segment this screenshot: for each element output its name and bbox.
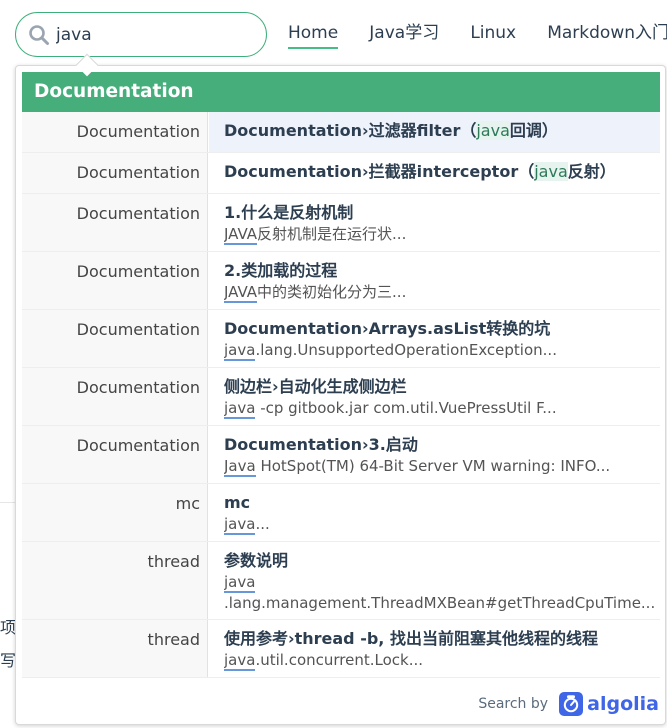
result-item[interactable]: Documentation Documentation›Arrays.asLis… — [22, 310, 660, 368]
result-title: Documentation›拦截器interceptor（java反射） — [224, 162, 616, 181]
result-content: Documentation›Arrays.asList转换的坑 java.lan… — [209, 310, 660, 367]
result-content: 2.类加载的过程 JAVA中的类初始化分为三... — [209, 252, 660, 309]
result-snippet: JAVA中的类初始化分为三... — [224, 283, 407, 303]
result-item[interactable]: Documentation 1.什么是反射机制 JAVA反射机制是在运行状... — [22, 194, 660, 252]
search-by-footer[interactable]: Search by algolia — [478, 692, 659, 716]
result-snippet: java -cp gitbook.jar com.util.VuePressUt… — [224, 399, 557, 419]
search-input[interactable] — [56, 21, 256, 49]
result-title: 参数说明 — [224, 551, 289, 570]
result-category: Documentation — [22, 310, 208, 367]
result-category: Documentation — [22, 153, 208, 193]
result-snippet: Java HotSpot(TM) 64-Bit Server VM warnin… — [224, 457, 611, 477]
result-item[interactable]: Documentation 2.类加载的过程 JAVA中的类初始化分为三... — [22, 252, 660, 310]
result-snippet: java.lang.UnsupportedOperationException.… — [224, 341, 557, 361]
result-snippet: java... — [224, 515, 270, 535]
result-content: 参数说明 java .lang.management.ThreadMXBean#… — [209, 542, 660, 619]
result-category: Documentation — [22, 426, 208, 483]
result-content: Documentation›3.启动 Java HotSpot(TM) 64-B… — [209, 426, 660, 483]
result-content: 1.什么是反射机制 JAVA反射机制是在运行状... — [209, 194, 660, 251]
nav-link-markdown[interactable]: Markdown入门 — [547, 22, 667, 47]
result-snippet: java — [224, 573, 256, 593]
result-title: 侧边栏›自动化生成侧边栏 — [224, 377, 407, 396]
result-content: 侧边栏›自动化生成侧边栏 java -cp gitbook.jar com.ut… — [209, 368, 660, 425]
result-snippet: .lang.management.ThreadMXBean#getThreadC… — [224, 594, 656, 612]
result-title: Documentation›过滤器filter（java回调） — [224, 121, 558, 140]
page-text-line: 项 — [0, 618, 17, 637]
result-snippet: java.util.concurrent.Lock... — [224, 651, 424, 671]
page-text-line: 写 — [0, 651, 17, 670]
algolia-icon — [559, 692, 584, 716]
result-item[interactable]: Documentation 侧边栏›自动化生成侧边栏 java -cp gitb… — [22, 368, 660, 426]
result-category: thread — [22, 620, 208, 677]
result-title: Documentation›3.启动 — [224, 435, 418, 454]
nav-links: Home Java学习 Linux Markdown入门 — [288, 22, 667, 49]
navbar: Home Java学习 Linux Markdown入门 — [0, 0, 667, 68]
result-content: 使用参考›thread -b, 找出当前阻塞其他线程的线程 java.util.… — [209, 620, 660, 677]
result-item[interactable]: Documentation Documentation›过滤器filter（ja… — [22, 112, 660, 153]
nav-link-java[interactable]: Java学习 — [369, 22, 439, 47]
result-snippet: JAVA反射机制是在运行状... — [224, 225, 407, 245]
result-category: mc — [22, 484, 208, 541]
result-item[interactable]: mc mc java... — [22, 484, 660, 542]
result-category: thread — [22, 542, 208, 619]
result-title: Documentation›Arrays.asList转换的坑 — [224, 319, 551, 338]
result-item[interactable]: Documentation Documentation›拦截器intercept… — [22, 153, 660, 194]
nav-link-linux[interactable]: Linux — [470, 22, 516, 47]
search-results-dropdown: Documentation Documentation Documentatio… — [15, 65, 666, 725]
result-title: 使用参考›thread -b, 找出当前阻塞其他线程的线程 — [224, 629, 598, 648]
algolia-wordmark: algolia — [587, 693, 659, 715]
result-item[interactable]: Documentation Documentation›3.启动 Java Ho… — [22, 426, 660, 484]
result-title: 1.什么是反射机制 — [224, 203, 354, 222]
search-by-label: Search by — [478, 696, 549, 712]
result-title: mc — [224, 493, 251, 512]
page-divider — [0, 502, 15, 503]
nav-link-home[interactable]: Home — [288, 22, 339, 49]
result-item[interactable]: thread 使用参考›thread -b, 找出当前阻塞其他线程的线程 jav… — [22, 620, 660, 678]
results-list: Documentation Documentation›过滤器filter（ja… — [22, 112, 660, 678]
result-category: Documentation — [22, 368, 208, 425]
result-content: Documentation›拦截器interceptor（java反射） — [209, 153, 660, 193]
result-category: Documentation — [22, 252, 208, 309]
result-category: Documentation — [22, 194, 208, 251]
result-content: Documentation›过滤器filter（java回调） — [209, 112, 660, 152]
result-item[interactable]: thread 参数说明 java .lang.management.Thread… — [22, 542, 660, 620]
result-category: Documentation — [22, 112, 208, 152]
algolia-logo[interactable]: algolia — [559, 692, 659, 716]
result-title: 2.类加载的过程 — [224, 261, 338, 280]
search-box[interactable] — [15, 12, 267, 57]
results-group-header: Documentation — [22, 72, 660, 112]
search-icon — [29, 25, 49, 45]
result-content: mc java... — [209, 484, 660, 541]
